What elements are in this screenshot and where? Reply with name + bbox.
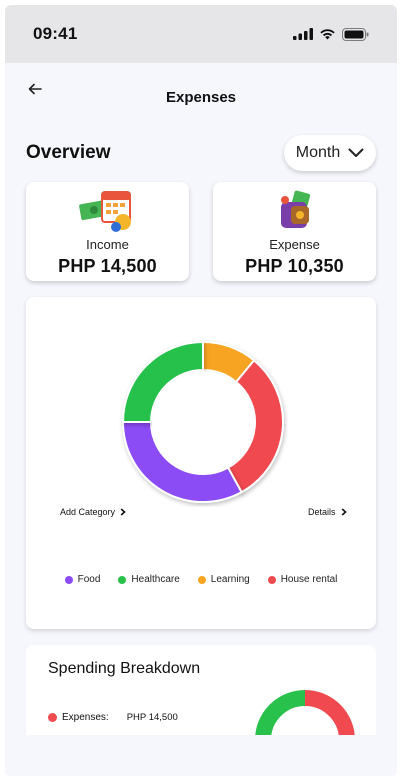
legend-item-healthcare: Healthcare <box>118 574 180 585</box>
breakdown-expenses-row: Expenses: PHP 14,500 <box>48 712 178 723</box>
add-category-link[interactable]: Add Category <box>60 507 126 517</box>
income-card[interactable]: Income PHP 14,500 <box>26 182 189 281</box>
legend-label: House rental <box>280 574 338 585</box>
overview-row: Overview Month <box>5 134 397 172</box>
signal-icon <box>293 28 313 40</box>
spending-breakdown-card: Spending Breakdown Expenses: PHP 14,500 <box>26 645 376 735</box>
legend-item-house-rental: House rental <box>267 574 338 585</box>
legend-dot <box>64 575 73 584</box>
donut-chart <box>121 340 284 503</box>
page-title: Expenses <box>165 88 237 106</box>
legend-item-learning: Learning <box>197 574 250 585</box>
income-illustration-icon <box>78 188 138 234</box>
back-button[interactable] <box>23 77 47 101</box>
overview-heading: Overview <box>26 142 111 163</box>
battery-icon <box>342 27 369 41</box>
breakdown-donut-chart <box>255 690 355 735</box>
legend-label: Learning <box>210 574 250 585</box>
details-label: Details <box>308 507 336 517</box>
status-time: 09:41 <box>33 24 78 43</box>
summary-cards: Income PHP 14,500 Expense PHP 10,350 <box>5 182 397 281</box>
period-value: Month <box>295 144 341 161</box>
chevron-right-icon <box>120 508 126 516</box>
add-category-label: Add Category <box>60 507 116 517</box>
legend-dot <box>197 575 206 584</box>
legend-label: Food <box>77 574 101 585</box>
legend-item-food: Food <box>64 574 101 585</box>
status-icons <box>293 27 369 41</box>
income-label: Income <box>86 237 129 252</box>
chevron-right-icon <box>341 508 347 516</box>
income-amount: PHP 14,500 <box>58 256 157 276</box>
details-link[interactable]: Details <box>308 507 347 517</box>
chart-legend: Food Healthcare Learning House rental <box>26 574 376 585</box>
expenses-dot <box>48 713 57 722</box>
wallet-illustration-icon <box>273 188 317 234</box>
wifi-icon <box>320 29 335 40</box>
status-bar: 09:41 <box>5 5 397 63</box>
period-dropdown[interactable]: Month <box>284 135 376 171</box>
expense-card[interactable]: Expense PHP 10,350 <box>213 182 376 281</box>
expenses-value: PHP 14,500 <box>126 712 178 723</box>
legend-dot <box>267 575 276 584</box>
spending-breakdown-title: Spending Breakdown <box>48 660 201 677</box>
phone-screen: 09:41 Expenses Overview Month Income PHP… <box>5 5 397 776</box>
expenses-label: Expenses: <box>62 712 109 723</box>
legend-dot <box>118 575 127 584</box>
donut-hole <box>152 371 254 473</box>
top-app-bar: Expenses <box>5 63 397 121</box>
legend-label: Healthcare <box>131 574 180 585</box>
expense-chart-card: Add Category Details Food Healthcare Learn… <box>26 297 376 629</box>
chevron-down-icon <box>348 148 364 157</box>
arrow-left-icon <box>28 83 42 95</box>
expense-amount: PHP 10,350 <box>245 256 344 276</box>
expense-label: Expense <box>269 237 320 252</box>
